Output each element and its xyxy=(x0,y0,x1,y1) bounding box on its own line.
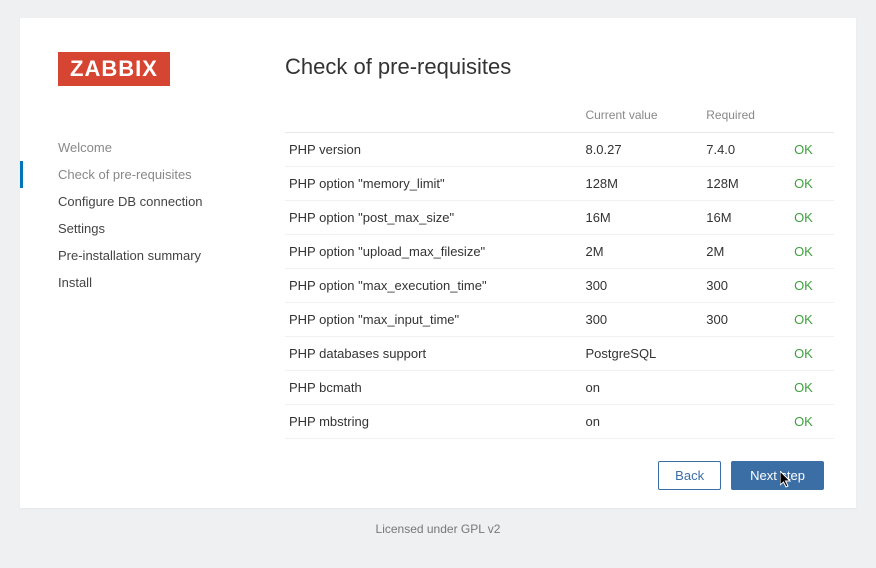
cell-status: OK xyxy=(790,167,834,201)
footer-buttons: Back Next step xyxy=(285,443,834,508)
cell-status: OK xyxy=(790,133,834,167)
cell-current: 16M xyxy=(581,201,702,235)
cell-name: PHP option "post_max_size" xyxy=(285,201,581,235)
cell-required: 7.4.0 xyxy=(702,133,790,167)
nav-item-0[interactable]: Welcome xyxy=(58,134,265,161)
next-step-button[interactable]: Next step xyxy=(731,461,824,490)
cell-status: OK xyxy=(790,371,834,405)
cell-current: 300 xyxy=(581,303,702,337)
cell-required: 128M xyxy=(702,167,790,201)
cell-name: PHP version xyxy=(285,133,581,167)
cell-name: PHP option "max_execution_time" xyxy=(285,269,581,303)
cell-name: PHP mbstring xyxy=(285,405,581,439)
sidebar: ZABBIX WelcomeCheck of pre-requisitesCon… xyxy=(20,18,265,508)
back-button[interactable]: Back xyxy=(658,461,721,490)
table-row: PHP option "upload_max_filesize"2M2MOK xyxy=(285,235,834,269)
cell-status: OK xyxy=(790,269,834,303)
cell-current: 2M xyxy=(581,235,702,269)
cell-status: OK xyxy=(790,201,834,235)
cell-required: 2M xyxy=(702,235,790,269)
cell-name: PHP bcmath xyxy=(285,371,581,405)
cell-current: 128M xyxy=(581,167,702,201)
col-header-status xyxy=(790,100,834,133)
nav-item-5[interactable]: Install xyxy=(58,269,265,296)
cell-current: on xyxy=(581,371,702,405)
logo: ZABBIX xyxy=(58,52,170,86)
cell-name: PHP option "max_input_time" xyxy=(285,303,581,337)
table-row: PHP option "post_max_size"16M16MOK xyxy=(285,201,834,235)
cell-status: OK xyxy=(790,235,834,269)
table-row: PHP bcmathon OK xyxy=(285,371,834,405)
requirements-table-scroll[interactable]: Current value Required PHP version8.0.27… xyxy=(285,100,834,443)
table-row: PHP option "max_input_time"300300OK xyxy=(285,303,834,337)
nav-item-1[interactable]: Check of pre-requisites xyxy=(20,161,265,188)
page-title: Check of pre-requisites xyxy=(285,54,834,80)
cell-current: 300 xyxy=(581,269,702,303)
requirements-table: Current value Required PHP version8.0.27… xyxy=(285,100,834,443)
table-row: PHP databases supportPostgreSQL OK xyxy=(285,337,834,371)
nav-item-2[interactable]: Configure DB connection xyxy=(58,188,265,215)
cell-current: on xyxy=(581,405,702,439)
table-row: PHP option "max_execution_time"300300OK xyxy=(285,269,834,303)
cell-required: 16M xyxy=(702,201,790,235)
col-header-current: Current value xyxy=(581,100,702,133)
cell-current: PostgreSQL xyxy=(581,337,702,371)
table-row: PHP version8.0.277.4.0OK xyxy=(285,133,834,167)
cell-status: OK xyxy=(790,405,834,439)
cell-required: 300 xyxy=(702,269,790,303)
nav-item-3[interactable]: Settings xyxy=(58,215,265,242)
setup-card: ZABBIX WelcomeCheck of pre-requisitesCon… xyxy=(20,18,856,508)
cell-name: PHP option "upload_max_filesize" xyxy=(285,235,581,269)
license-text: Licensed under GPL v2 xyxy=(0,522,876,536)
nav-list: WelcomeCheck of pre-requisitesConfigure … xyxy=(58,134,265,296)
col-header-required: Required xyxy=(702,100,790,133)
cell-status: OK xyxy=(790,303,834,337)
table-row: PHP mbstringon OK xyxy=(285,405,834,439)
col-header-name xyxy=(285,100,581,133)
nav-item-4[interactable]: Pre-installation summary xyxy=(58,242,265,269)
table-row: PHP option "memory_limit"128M128MOK xyxy=(285,167,834,201)
cell-required: 300 xyxy=(702,303,790,337)
main-content: Check of pre-requisites Current value Re… xyxy=(265,18,856,508)
cell-name: PHP databases support xyxy=(285,337,581,371)
cell-name: PHP option "memory_limit" xyxy=(285,167,581,201)
cell-status: OK xyxy=(790,337,834,371)
cell-required xyxy=(702,337,790,371)
cell-required xyxy=(702,371,790,405)
cell-current: 8.0.27 xyxy=(581,133,702,167)
cell-required xyxy=(702,405,790,439)
